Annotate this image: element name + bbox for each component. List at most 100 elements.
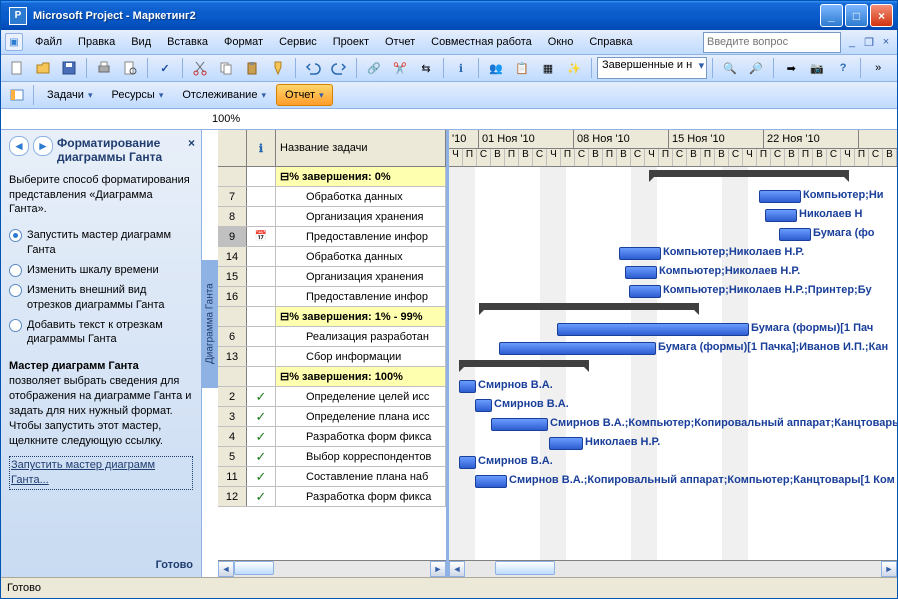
toolbar-overflow-icon[interactable]: » — [866, 56, 890, 80]
day-header[interactable]: С — [533, 149, 547, 167]
task-bar[interactable] — [549, 437, 583, 450]
assign-icon[interactable]: 👥 — [484, 56, 508, 80]
table-row[interactable]: 3✓Определение плана исс — [218, 407, 446, 427]
task-bar[interactable] — [475, 399, 492, 412]
table-row[interactable]: 11✓Составление плана наб — [218, 467, 446, 487]
task-bar[interactable] — [779, 228, 811, 241]
guide-toggle-icon[interactable] — [5, 83, 29, 107]
task-bar[interactable] — [759, 190, 801, 203]
grid-scrollbar-h[interactable]: ◄ ► — [218, 560, 446, 577]
task-bar[interactable] — [491, 418, 548, 431]
table-row[interactable]: % завершения: 100% — [218, 367, 446, 387]
day-header[interactable]: В — [715, 149, 729, 167]
table-row[interactable]: % завершения: 1% - 99% — [218, 307, 446, 327]
radio-wizard[interactable]: Запустить мастер диаграмм Ганта — [9, 225, 193, 260]
col-indicator[interactable]: ℹ — [247, 130, 276, 166]
table-row[interactable]: 6Реализация разработан — [218, 327, 446, 347]
day-header[interactable]: В — [785, 149, 799, 167]
menu-edit[interactable]: Правка — [70, 33, 123, 51]
day-header[interactable]: Ч — [841, 149, 855, 167]
day-header[interactable]: П — [505, 149, 519, 167]
menu-grip-icon[interactable]: ▣ — [5, 33, 23, 51]
cut-icon[interactable] — [188, 56, 212, 80]
task-bar[interactable] — [499, 342, 656, 355]
close-button[interactable]: × — [870, 4, 893, 27]
new-icon[interactable] — [5, 56, 29, 80]
scroll-right-icon[interactable]: ► — [430, 561, 446, 577]
day-header[interactable]: Ч — [547, 149, 561, 167]
minimize-button[interactable]: _ — [820, 4, 843, 27]
summary-bar[interactable] — [459, 360, 589, 367]
filter-select[interactable]: Завершенные и н — [597, 57, 707, 79]
view-tab-gantt[interactable]: Диаграмма Ганта — [202, 260, 218, 388]
week-header[interactable]: 15 Ноя '10 — [669, 130, 764, 148]
ask-question-input[interactable] — [703, 32, 841, 53]
day-header[interactable]: П — [799, 149, 813, 167]
link-icon[interactable]: 🔗 — [362, 56, 386, 80]
menu-report[interactable]: Отчет — [377, 33, 423, 51]
day-header[interactable]: П — [603, 149, 617, 167]
table-row[interactable]: 15Организация хранения — [218, 267, 446, 287]
table-row[interactable]: 14Обработка данных — [218, 247, 446, 267]
table-row[interactable]: 2✓Определение целей исс — [218, 387, 446, 407]
undo-icon[interactable] — [301, 56, 325, 80]
table-row[interactable]: 8Организация хранения — [218, 207, 446, 227]
day-header[interactable]: С — [771, 149, 785, 167]
week-header[interactable]: '10 — [449, 130, 479, 148]
day-header[interactable]: В — [883, 149, 897, 167]
titlebar[interactable]: P Microsoft Project - Маркетинг2 _ □ × — [1, 1, 897, 30]
redo-icon[interactable] — [327, 56, 351, 80]
wizard-icon[interactable]: ✨ — [562, 56, 586, 80]
radio-timescale[interactable]: Изменить шкалу времени — [9, 260, 193, 280]
back-arrow-icon[interactable]: ◄ — [9, 136, 29, 156]
table-row[interactable]: 12✓Разработка форм фикса — [218, 487, 446, 507]
spell-icon[interactable]: ✓ — [153, 56, 177, 80]
publish-icon[interactable]: 📋 — [510, 56, 534, 80]
day-header[interactable]: В — [519, 149, 533, 167]
day-header[interactable]: С — [729, 149, 743, 167]
week-header[interactable]: 01 Ноя '10 — [479, 130, 574, 148]
zoom-value[interactable]: 100% — [208, 111, 244, 127]
doc-close-button[interactable]: × — [879, 35, 893, 49]
day-header[interactable]: С — [673, 149, 687, 167]
menu-insert[interactable]: Вставка — [159, 33, 216, 51]
day-header[interactable]: С — [631, 149, 645, 167]
table-row[interactable]: 4✓Разработка форм фикса — [218, 427, 446, 447]
day-header[interactable]: В — [589, 149, 603, 167]
task-bar[interactable] — [625, 266, 657, 279]
week-header[interactable]: 08 Ноя '10 — [574, 130, 669, 148]
table-row[interactable]: 13Сбор информации — [218, 347, 446, 367]
task-bar[interactable] — [619, 247, 661, 260]
task-bar[interactable] — [475, 475, 507, 488]
save-icon[interactable] — [57, 56, 81, 80]
day-header[interactable]: С — [477, 149, 491, 167]
zoom-in-icon[interactable]: 🔍 — [718, 56, 742, 80]
table-row[interactable]: 5✓Выбор корреспондентов — [218, 447, 446, 467]
menu-format[interactable]: Формат — [216, 33, 271, 51]
menu-window[interactable]: Окно — [540, 33, 582, 51]
format-painter-icon[interactable] — [266, 56, 290, 80]
nav-report[interactable]: Отчет — [276, 84, 333, 106]
task-bar[interactable] — [765, 209, 797, 222]
nav-tasks[interactable]: Задачи — [38, 84, 101, 106]
scroll-left-icon[interactable]: ◄ — [449, 561, 465, 577]
day-header[interactable]: С — [827, 149, 841, 167]
copy-pic-icon[interactable]: 📷 — [805, 56, 829, 80]
menu-collab[interactable]: Совместная работа — [423, 33, 540, 51]
day-header[interactable]: С — [575, 149, 589, 167]
table-row[interactable]: 7Обработка данных — [218, 187, 446, 207]
day-header[interactable]: Ч — [449, 149, 463, 167]
group-icon[interactable]: ▦ — [536, 56, 560, 80]
menu-project[interactable]: Проект — [325, 33, 377, 51]
task-bar[interactable] — [459, 456, 476, 469]
side-pane-link[interactable]: Запустить мастер диаграмм Ганта... — [9, 456, 193, 490]
day-header[interactable]: В — [617, 149, 631, 167]
unlink-icon[interactable]: ✂️ — [388, 56, 412, 80]
menu-file[interactable]: Файл — [27, 33, 70, 51]
task-bar[interactable] — [557, 323, 749, 336]
col-rownum[interactable] — [218, 130, 247, 166]
table-row[interactable]: 16Предоставление инфор — [218, 287, 446, 307]
print-icon[interactable] — [92, 56, 116, 80]
nav-tracking[interactable]: Отслеживание — [173, 84, 275, 106]
menu-tools[interactable]: Сервис — [271, 33, 325, 51]
